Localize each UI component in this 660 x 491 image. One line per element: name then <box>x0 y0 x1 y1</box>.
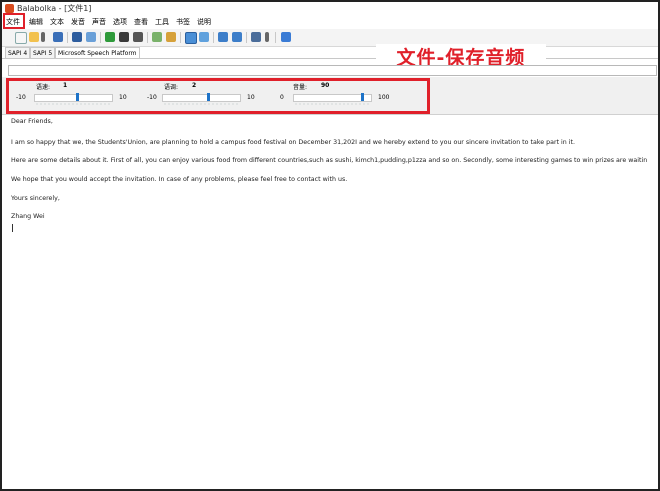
doc-line-signature: Zhang Wei <box>11 213 45 220</box>
title-bar: Balabolka - [文件1] <box>2 2 658 15</box>
toolbar-separator <box>246 32 247 43</box>
menu-bar: 文件 编辑 文本 发音 声音 选项 查看 工具 书签 说明 <box>2 15 658 29</box>
menu-pronunciation[interactable]: 发音 <box>71 15 85 29</box>
doc-line-paragraph-2: Here are some details about it. First of… <box>11 157 648 164</box>
toolbar-separator <box>67 32 68 43</box>
paste-icon[interactable] <box>166 32 176 42</box>
menu-sound[interactable]: 声音 <box>92 15 106 29</box>
toolbar-separator <box>100 32 101 43</box>
toolbar-separator <box>213 32 214 43</box>
sliders-highlight <box>6 78 430 114</box>
tab-divider <box>2 58 658 59</box>
menu-options[interactable]: 选项 <box>113 15 127 29</box>
window-title: Balabolka - [文件1] <box>17 4 92 13</box>
replace-icon[interactable] <box>199 32 209 42</box>
settings-icon[interactable] <box>251 32 261 42</box>
batch-icon[interactable] <box>232 32 242 42</box>
file-menu-highlight <box>3 13 25 29</box>
dropdown-arrow-icon[interactable] <box>41 32 45 42</box>
doc-line-paragraph-1: I am so happy that we, the Students'Unio… <box>11 139 576 146</box>
help-icon[interactable] <box>281 32 291 42</box>
text-editor[interactable]: Dear Friends, I am so happy that we, the… <box>2 115 658 489</box>
doc-line-paragraph-3: We hope that you would accept the invita… <box>11 176 348 183</box>
save-audio-icon[interactable] <box>72 32 82 42</box>
menu-help[interactable]: 说明 <box>197 15 211 29</box>
menu-edit[interactable]: 编辑 <box>29 15 43 29</box>
voice-select[interactable] <box>8 65 657 76</box>
toolbar-separator <box>275 32 276 43</box>
toolbar-separator <box>180 32 181 43</box>
text-caret <box>12 224 13 232</box>
print-icon[interactable] <box>86 32 96 42</box>
stop-icon[interactable] <box>133 32 143 42</box>
toolbar-separator <box>147 32 148 43</box>
menu-view[interactable]: 查看 <box>134 15 148 29</box>
menu-text[interactable]: 文本 <box>50 15 64 29</box>
save-icon[interactable] <box>53 32 63 42</box>
menu-tools[interactable]: 工具 <box>155 15 169 29</box>
convert-icon[interactable] <box>218 32 228 42</box>
doc-line-closing: Yours sincerely, <box>11 195 60 202</box>
app-window: Balabolka - [文件1] 文件 编辑 文本 发音 声音 选项 查看 工… <box>0 0 660 491</box>
find-icon[interactable] <box>185 32 197 44</box>
play-icon[interactable] <box>105 32 115 42</box>
toolbar <box>2 29 658 47</box>
new-file-icon[interactable] <box>15 32 27 44</box>
doc-line-greeting: Dear Friends, <box>11 118 53 125</box>
open-folder-icon[interactable] <box>29 32 39 42</box>
cut-icon[interactable] <box>152 32 162 42</box>
menu-bookmarks[interactable]: 书签 <box>176 15 190 29</box>
pause-icon[interactable] <box>119 32 129 42</box>
app-icon <box>5 4 14 13</box>
dropdown-arrow-icon[interactable] <box>265 32 269 42</box>
